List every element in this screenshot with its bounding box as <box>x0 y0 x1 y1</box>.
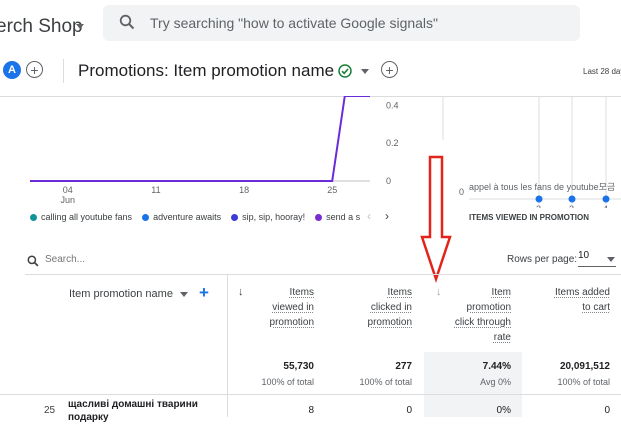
col-header-items-added-to-cart[interactable]: Items added to cart <box>530 285 610 315</box>
legend-swatch <box>231 214 239 222</box>
col-header-items-clicked[interactable]: Items clicked in promotion <box>336 285 412 330</box>
table-search-input[interactable] <box>45 254 245 265</box>
table-row[interactable]: 25 щасливі домашні тварини подарку 8 0 0… <box>0 395 621 423</box>
legend-item[interactable]: adventure awaits <box>142 212 221 222</box>
col-header-ctr[interactable]: Item promotion click through rate <box>434 285 511 345</box>
property-name[interactable]: erch Shop <box>0 16 83 38</box>
chart-legend: calling all youtube fans adventure awaits… <box>30 212 360 222</box>
chevron-down-icon[interactable] <box>76 24 84 29</box>
mini-point <box>602 195 610 203</box>
legend-swatch <box>315 214 323 222</box>
dimension-header[interactable]: Item promotion name <box>69 288 173 300</box>
total-value: 20,091,512 <box>559 361 610 372</box>
chevron-down-icon[interactable] <box>361 69 369 74</box>
mini-x-tick: 3 <box>569 204 574 208</box>
legend-item[interactable]: calling all youtube fans <box>30 212 132 222</box>
y-tick-label: 0.2 <box>386 138 399 148</box>
row-dimension-value[interactable]: щасливі домашні тварини подарку <box>68 398 198 424</box>
chevron-down-icon[interactable] <box>607 257 615 262</box>
check-circle-icon[interactable] <box>338 64 352 78</box>
top-bar: erch Shop Try searching "how to activate… <box>0 0 621 46</box>
search-icon <box>27 255 39 267</box>
total-subtext: 100% of total <box>359 377 412 387</box>
col-header-items-viewed[interactable]: Items viewed in promotion <box>240 285 314 330</box>
total-value: 277 <box>395 361 412 372</box>
mini-y-tick: 0 <box>459 187 465 197</box>
x-tick-label: 25 <box>327 185 337 195</box>
chevron-down-icon[interactable] <box>180 292 188 297</box>
x-month-label: Jun <box>61 195 76 205</box>
total-value: 55,730 <box>283 361 314 372</box>
total-subtext: 100% of total <box>557 377 610 387</box>
mini-x-tick: 4 <box>603 204 608 208</box>
row-cell: 0 <box>604 405 610 416</box>
row-cell: 8 <box>308 405 314 416</box>
search-bar[interactable]: Try searching "how to activate Google si… <box>103 5 580 41</box>
row-cell: 0 <box>406 405 412 416</box>
legend-prev-icon[interactable]: ‹ <box>367 209 371 223</box>
row-index: 25 <box>44 405 56 416</box>
legend-item[interactable]: send a s <box>315 212 360 222</box>
legend-label: calling all youtube fans <box>41 212 133 222</box>
search-icon <box>119 14 135 30</box>
page-title: Promotions: Item promotion name <box>78 61 335 80</box>
x-tick-label: 18 <box>239 185 249 195</box>
add-dimension-icon[interactable]: + <box>199 283 209 303</box>
legend-label: send a s <box>326 212 361 222</box>
add-comparison-button[interactable]: + <box>26 61 43 78</box>
report-header: A + Promotions: Item promotion name + La… <box>0 46 621 97</box>
mini-x-tick: 2 <box>536 204 541 208</box>
total-subtext: Avg 0% <box>480 377 511 387</box>
legend-next-icon[interactable]: › <box>385 209 389 223</box>
mini-chart-item-label: appel à tous les fans de youtube모금 <box>469 182 616 192</box>
row-cell: 0% <box>496 405 511 416</box>
date-range-label[interactable]: Last 28 day <box>583 67 621 76</box>
legend-label: adventure awaits <box>153 212 222 222</box>
legend-item[interactable]: sip, sip, hooray! <box>231 212 305 222</box>
legend-swatch <box>142 214 150 222</box>
divider <box>63 59 64 83</box>
add-report-button[interactable]: + <box>381 61 398 78</box>
mini-point <box>568 195 576 203</box>
legend-swatch <box>30 214 37 222</box>
y-tick-label: 0.4 <box>386 100 399 110</box>
line-plot-area: 0 0.2 0.4 04 11 18 25 Jun <box>30 96 399 205</box>
total-subtext: 100% of total <box>261 377 314 387</box>
x-tick-label: 11 <box>151 185 160 195</box>
search-placeholder: Try searching "how to activate Google si… <box>150 15 439 31</box>
rows-per-page-label: Rows per page: <box>507 254 578 265</box>
rows-per-page-value: 10 <box>578 250 590 261</box>
legend-label: sip, sip, hooray! <box>242 212 306 222</box>
x-tick-label: 04 <box>63 185 73 195</box>
y-tick-label: 0 <box>386 176 391 186</box>
series-line[interactable] <box>30 96 370 182</box>
total-value: 7.44% <box>482 361 511 372</box>
table-toolbar: Rows per page: 10 <box>25 246 621 275</box>
comparison-avatar[interactable]: A <box>3 61 21 79</box>
mini-x-axis-title: ITEMS VIEWED IN PROMOTION <box>469 213 590 222</box>
mini-point <box>535 195 543 203</box>
